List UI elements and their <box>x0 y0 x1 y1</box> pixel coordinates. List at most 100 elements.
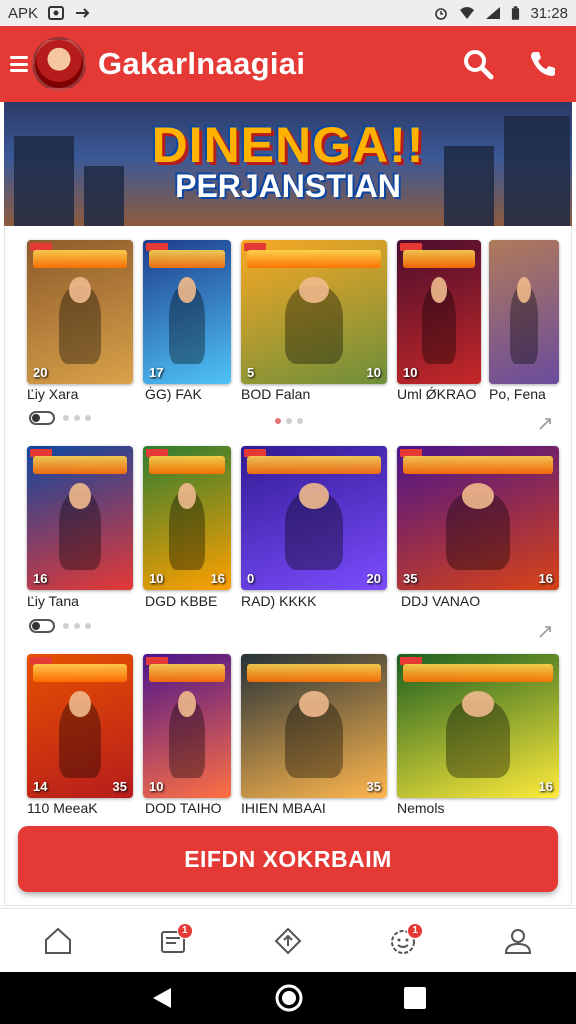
share-icon[interactable] <box>537 416 553 432</box>
game-card[interactable]: 35 16 <box>397 446 559 590</box>
home-circle-icon[interactable] <box>274 983 304 1013</box>
status-left-text: APK <box>8 4 39 22</box>
game-label[interactable]: Uml ǾKRAO <box>397 386 476 402</box>
notification-badge: 1 <box>407 922 424 939</box>
game-count-secondary: 16 <box>538 571 553 586</box>
recents-icon[interactable] <box>403 986 427 1010</box>
game-character-head <box>178 691 196 718</box>
bottom-nav: 1 1 <box>0 908 576 972</box>
game-logo <box>403 664 553 682</box>
row-toggle[interactable] <box>29 619 55 633</box>
app-bar: Gakarlnaagiai <box>0 26 576 102</box>
game-count-secondary: 16 <box>210 571 225 586</box>
nav-profile[interactable] <box>498 921 538 961</box>
profile-icon <box>505 928 532 954</box>
game-card[interactable]: 10 16 <box>143 446 231 590</box>
game-character-head <box>299 691 329 718</box>
nav-inbox[interactable]: 1 <box>153 921 193 961</box>
banner-title: DINENGA!! <box>151 117 425 173</box>
promo-banner[interactable]: DINENGA!! PERJANSTIAN <box>4 102 572 226</box>
game-card[interactable]: 10 <box>397 240 481 384</box>
game-count: 16 <box>33 571 48 586</box>
game-character-head <box>299 483 329 510</box>
game-character-head <box>69 691 91 718</box>
game-count: 10 <box>149 779 164 794</box>
game-logo <box>149 664 225 682</box>
game-label[interactable]: RAD) KKKK <box>241 593 316 609</box>
signal-icon <box>486 7 501 19</box>
alarm-icon <box>435 8 448 20</box>
game-logo <box>403 456 553 474</box>
game-card[interactable]: 10 <box>143 654 231 798</box>
game-logo <box>247 456 381 474</box>
game-logo <box>149 250 225 268</box>
game-label[interactable]: BOD Falan <box>241 386 310 402</box>
row-pagination-dots <box>63 623 91 629</box>
banner-subtitle: PERJANSTIAN <box>175 168 401 204</box>
row-pagination-dots <box>63 415 91 421</box>
nav-upload[interactable] <box>268 921 308 961</box>
carousel-dots <box>275 418 303 424</box>
game-count: 17 <box>149 365 164 380</box>
game-count-secondary: 20 <box>366 571 381 586</box>
game-label[interactable]: DOD TAIHO <box>145 800 222 816</box>
row-toggle[interactable] <box>29 411 55 425</box>
game-card[interactable]: 0 20 <box>241 446 387 590</box>
game-character-head <box>178 483 196 510</box>
search-icon[interactable] <box>462 48 494 80</box>
game-character-head <box>69 277 91 304</box>
game-count: 10 <box>149 571 164 586</box>
game-card[interactable]: 5 10 <box>241 240 387 384</box>
menu-icon[interactable] <box>10 56 28 72</box>
game-logo <box>149 456 225 474</box>
battery-icon <box>512 5 520 20</box>
game-count: 10 <box>403 365 418 380</box>
game-logo <box>247 250 381 268</box>
back-icon[interactable] <box>149 985 175 1011</box>
game-count-secondary: 35 <box>366 779 381 794</box>
game-grid: 20 Ľiy Xara 17 ĠG) FAK 5 10 BOD Falan 10… <box>4 226 572 906</box>
share-icon[interactable] <box>537 624 553 640</box>
notification-badge: 1 <box>176 922 193 939</box>
game-logo <box>33 664 127 682</box>
game-card[interactable]: 16 <box>397 654 559 798</box>
game-card[interactable]: 14 35 <box>27 654 133 798</box>
game-character-head <box>299 277 329 304</box>
game-logo <box>33 456 127 474</box>
app-title: Gakarlnaagiai <box>98 46 306 81</box>
game-count: 35 <box>403 571 418 586</box>
image-icon <box>48 6 65 20</box>
game-card[interactable] <box>489 240 559 384</box>
game-label[interactable]: Ľiy Tana <box>27 593 79 609</box>
status-time: 31:28 <box>530 4 568 22</box>
status-bar: APK 31:28 <box>0 0 576 26</box>
game-count-secondary: 16 <box>538 779 553 794</box>
game-label[interactable]: IHIEN MBAAI <box>241 800 326 816</box>
primary-cta-button[interactable]: EIFDN XOKRBAIM <box>18 826 558 892</box>
game-label[interactable]: Po, Fena <box>489 386 546 402</box>
game-count-secondary: 35 <box>112 779 127 794</box>
avatar[interactable] <box>32 37 86 91</box>
game-label[interactable]: ĠG) FAK <box>145 386 202 402</box>
game-label[interactable]: DDJ VANAO <box>401 593 480 609</box>
game-count-secondary: 10 <box>366 365 381 380</box>
game-logo <box>33 250 127 268</box>
game-card[interactable]: 35 <box>241 654 387 798</box>
game-count: 0 <box>247 571 255 586</box>
game-count: 5 <box>247 365 255 380</box>
game-label[interactable]: Ľiy Xara <box>27 386 78 402</box>
game-count: 14 <box>33 779 48 794</box>
game-card[interactable]: 16 <box>27 446 133 590</box>
game-count: 20 <box>33 365 48 380</box>
send-icon <box>76 8 90 18</box>
nav-home[interactable] <box>38 921 78 961</box>
nav-friends[interactable]: 1 <box>383 921 424 961</box>
game-label[interactable]: DGD KBBE <box>145 593 217 609</box>
game-card[interactable]: 20 <box>27 240 133 384</box>
game-card[interactable]: 17 <box>143 240 231 384</box>
wifi-icon <box>460 7 475 19</box>
game-label[interactable]: Nemols <box>397 800 444 816</box>
phone-icon[interactable] <box>528 49 558 79</box>
game-character-head <box>69 483 91 510</box>
game-label[interactable]: 110 MeeaK <box>27 800 98 816</box>
